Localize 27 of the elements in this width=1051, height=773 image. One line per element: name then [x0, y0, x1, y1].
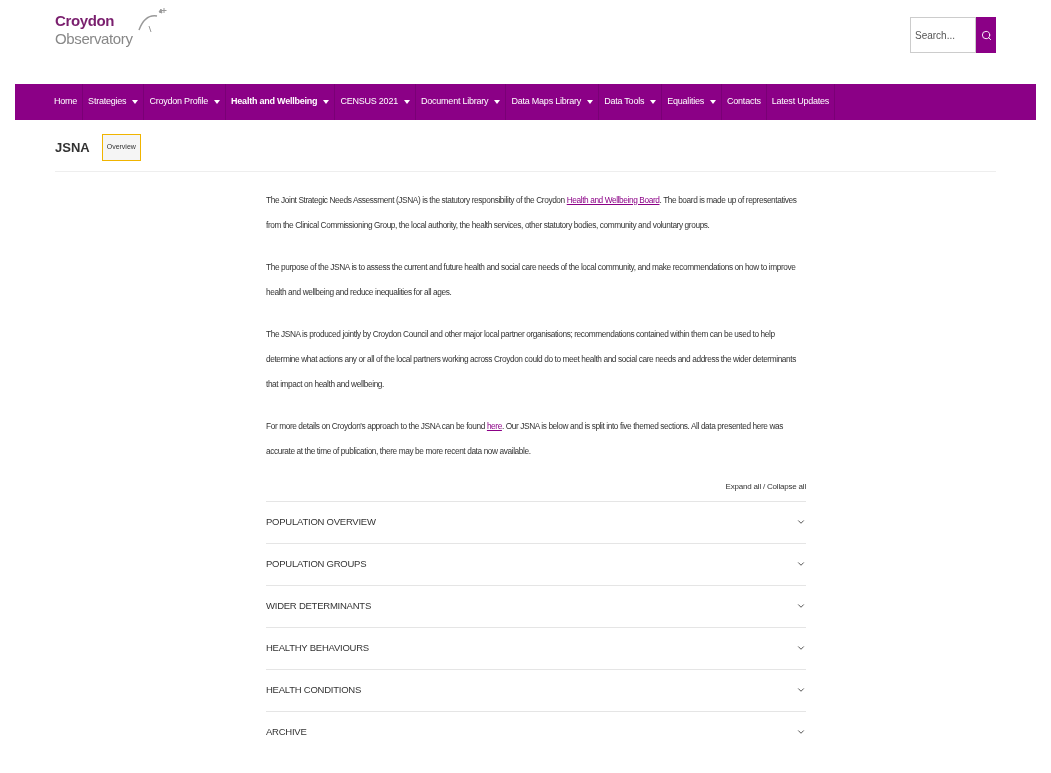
accordion-header[interactable]: HEALTH CONDITIONS [266, 668, 806, 711]
page-title: JSNA [55, 138, 90, 157]
accordion-header[interactable]: WIDER DETERMINANTS [266, 584, 806, 627]
nav-item[interactable]: Data Maps Library [506, 84, 600, 120]
accordion-header[interactable]: ARCHIVE [266, 710, 806, 753]
paragraph: For more details on Croydon's approach to the JSNA can be found here. Our JSNA is below and is split into five themed sections. All data presented here was accurate at the time of publication, there may be more recent data now available. [266, 419, 784, 458]
accordion-header[interactable]: POPULATION OVERVIEW [266, 500, 806, 543]
accordion-header[interactable]: HEALTHY BEHAVIOURS [266, 626, 806, 669]
search-icon [980, 29, 992, 41]
nav-item[interactable]: Strategies [83, 84, 145, 120]
expand-collapse-link[interactable]: Expand all / Collapse all [725, 480, 806, 493]
paragraph: The JSNA is produced jointly by Croydon Council and other major local partner organisations; recommendations contained within them can be used to help determine what actions any or all of the local partners working across Croydon could do to meet health and social care needs and address the wider determinants that impact on health and wellbeing. [266, 327, 797, 391]
paragraph: The Joint Strategic Needs Assessment (JSNA) is the statutory responsibility of the Croydon Health and Wellbeing Board. The board is made up of representatives from the Clinical Commissioning Group, the local authority, the health services, other statutory bodies, community and voluntary groups. [266, 193, 798, 232]
paragraph: The purpose of the JSNA is to assess the current and future health and social care needs of the local community, and make recommendations on how to improve health and wellbeing and reduce inequalities for all ages. [266, 260, 797, 299]
nav-item[interactable]: Croydon Profile [144, 84, 227, 120]
nav-item[interactable]: Data Tools [599, 84, 663, 120]
accordion-header[interactable]: POPULATION GROUPS [266, 542, 806, 585]
text-link[interactable]: here [486, 420, 502, 431]
nav-item[interactable]: Health and Wellbeing [226, 84, 336, 120]
search-button[interactable] [976, 17, 996, 53]
nav-item[interactable]: Latest Updates [766, 84, 836, 120]
nav-item[interactable]: Home [49, 84, 84, 120]
search-field[interactable]: Search... [910, 17, 976, 53]
nav-item[interactable]: CENSUS 2021 [335, 84, 416, 120]
nav-item[interactable]: Document Library [415, 84, 507, 120]
nav-item[interactable]: Equalities [662, 84, 722, 120]
nav-item[interactable]: Contacts [722, 84, 767, 120]
